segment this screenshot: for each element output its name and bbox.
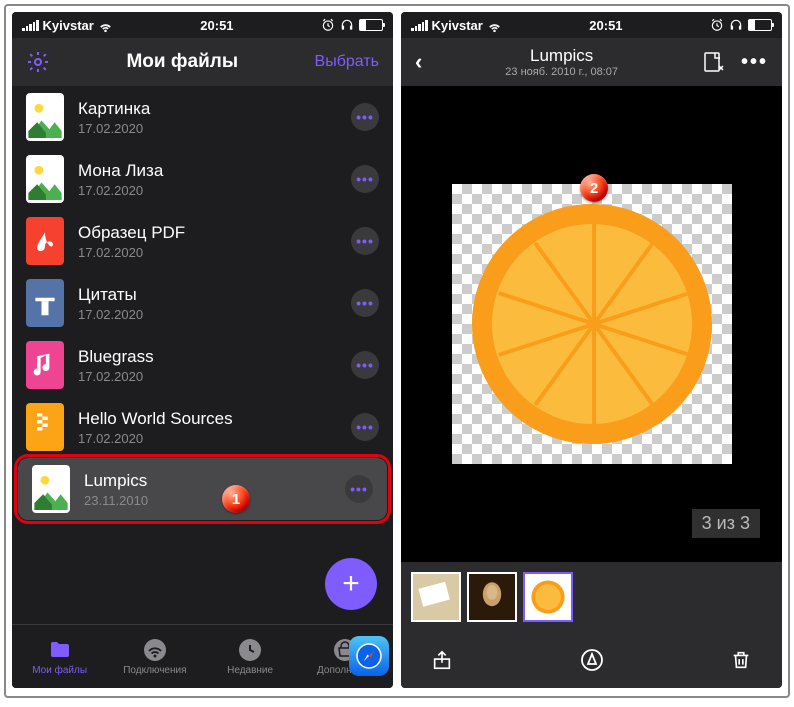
- time-label: 20:51: [113, 18, 321, 33]
- file-item-цитаты[interactable]: Цитаты 17.02.2020 •••: [12, 272, 393, 334]
- time-label: 20:51: [502, 18, 710, 33]
- alarm-icon: [710, 18, 724, 32]
- wifi-icon: [487, 18, 502, 33]
- file-item-образец-pdf[interactable]: Образец PDF 17.02.2020 •••: [12, 210, 393, 272]
- detail-subtitle: 23 нояб. 2010 г., 08:07: [430, 66, 693, 78]
- image-viewer[interactable]: 3 из 3: [401, 86, 782, 562]
- headphones-icon: [728, 18, 744, 32]
- file-date: 17.02.2020: [78, 307, 337, 322]
- file-name: Lumpics: [84, 471, 331, 491]
- file-item-картинка[interactable]: Картинка 17.02.2020 •••: [12, 86, 393, 148]
- file-more-button[interactable]: •••: [351, 227, 379, 255]
- phone-right-preview: Kyivstar 20:51 ‹ Lumpics 23 нояб. 2010 г…: [401, 12, 782, 688]
- annotation-badge-1: 1: [222, 485, 250, 513]
- phone-left-my-files: Kyivstar 20:51 Мои файлы Выбрать Картинк…: [12, 12, 393, 688]
- file-name: Мона Лиза: [78, 161, 337, 181]
- carrier-label: Kyivstar: [43, 18, 94, 33]
- status-bar: Kyivstar 20:51: [401, 12, 782, 38]
- safari-icon[interactable]: [349, 636, 389, 676]
- tab-label: Недавние: [227, 665, 273, 676]
- image-preview: [452, 184, 732, 464]
- folder-icon: [48, 638, 72, 662]
- tab-bar: Мои файлыПодключенияНедавниеДополнения: [12, 624, 393, 688]
- file-item-hello-world-sources[interactable]: Hello World Sources 17.02.2020 •••: [12, 396, 393, 458]
- detail-title: Lumpics: [430, 46, 693, 66]
- signal-icon: [22, 20, 39, 31]
- tab-clock[interactable]: Недавние: [203, 625, 298, 688]
- battery-icon: [359, 19, 383, 31]
- thumbnail-1[interactable]: [411, 572, 461, 622]
- file-type-icon: [26, 155, 64, 203]
- detail-top-bar: ‹ Lumpics 23 нояб. 2010 г., 08:07 •••: [401, 38, 782, 86]
- signal-icon: [411, 20, 428, 31]
- page-title: Мои файлы: [50, 51, 315, 73]
- file-name: Образец PDF: [78, 223, 337, 243]
- file-item-bluegrass[interactable]: Bluegrass 17.02.2020 •••: [12, 334, 393, 396]
- select-button[interactable]: Выбрать: [315, 53, 379, 71]
- image-counter: 3 из 3: [692, 509, 760, 538]
- add-button[interactable]: +: [325, 558, 377, 610]
- file-type-icon: [32, 465, 70, 513]
- file-list: Картинка 17.02.2020 ••• Мона Лиза 17.02.20…: [12, 86, 393, 624]
- file-type-icon: [26, 341, 64, 389]
- tab-folder[interactable]: Мои файлы: [12, 625, 107, 688]
- file-date: 17.02.2020: [78, 183, 337, 198]
- file-item-мона-лиза[interactable]: Мона Лиза 17.02.2020 •••: [12, 148, 393, 210]
- wifi-icon: [98, 18, 113, 33]
- file-type-icon: [26, 217, 64, 265]
- file-name: Hello World Sources: [78, 409, 337, 429]
- file-type-icon: [26, 279, 64, 327]
- back-button[interactable]: ‹: [415, 49, 422, 75]
- tab-label: Подключения: [123, 665, 186, 676]
- wifi-icon: [143, 638, 167, 662]
- file-date: 17.02.2020: [78, 369, 337, 384]
- file-name: Цитаты: [78, 285, 337, 305]
- file-date: 17.02.2020: [78, 431, 337, 446]
- clock-icon: [238, 638, 262, 662]
- file-item-lumpics[interactable]: Lumpics 23.11.2010 •••: [18, 458, 387, 520]
- gear-icon[interactable]: [26, 50, 50, 74]
- file-more-button[interactable]: •••: [351, 103, 379, 131]
- alarm-icon: [321, 18, 335, 32]
- file-type-icon: [26, 403, 64, 451]
- tab-wifi[interactable]: Подключения: [107, 625, 202, 688]
- file-more-button[interactable]: •••: [351, 165, 379, 193]
- thumbnail-strip: [401, 562, 782, 632]
- file-more-button[interactable]: •••: [351, 351, 379, 379]
- file-type-icon: [26, 93, 64, 141]
- edit-button[interactable]: [579, 647, 605, 673]
- battery-icon: [748, 19, 772, 31]
- tab-label: Мои файлы: [32, 665, 87, 676]
- file-date: 17.02.2020: [78, 245, 337, 260]
- file-date: 23.11.2010: [84, 493, 331, 508]
- share-button[interactable]: [429, 647, 455, 673]
- carrier-label: Kyivstar: [432, 18, 483, 33]
- more-button[interactable]: •••: [741, 51, 768, 74]
- file-more-button[interactable]: •••: [351, 289, 379, 317]
- thumbnail-3[interactable]: [523, 572, 573, 622]
- annotation-badge-2: 2: [580, 174, 608, 202]
- delete-button[interactable]: [728, 647, 754, 673]
- file-more-button[interactable]: •••: [345, 475, 373, 503]
- file-name: Картинка: [78, 99, 337, 119]
- thumbnail-2[interactable]: [467, 572, 517, 622]
- file-more-button[interactable]: •••: [351, 413, 379, 441]
- file-name: Bluegrass: [78, 347, 337, 367]
- status-bar: Kyivstar 20:51: [12, 12, 393, 38]
- headphones-icon: [339, 18, 355, 32]
- file-date: 17.02.2020: [78, 121, 337, 136]
- pdf-export-icon[interactable]: [701, 50, 725, 74]
- detail-toolbar: [401, 632, 782, 688]
- top-bar: Мои файлы Выбрать: [12, 38, 393, 86]
